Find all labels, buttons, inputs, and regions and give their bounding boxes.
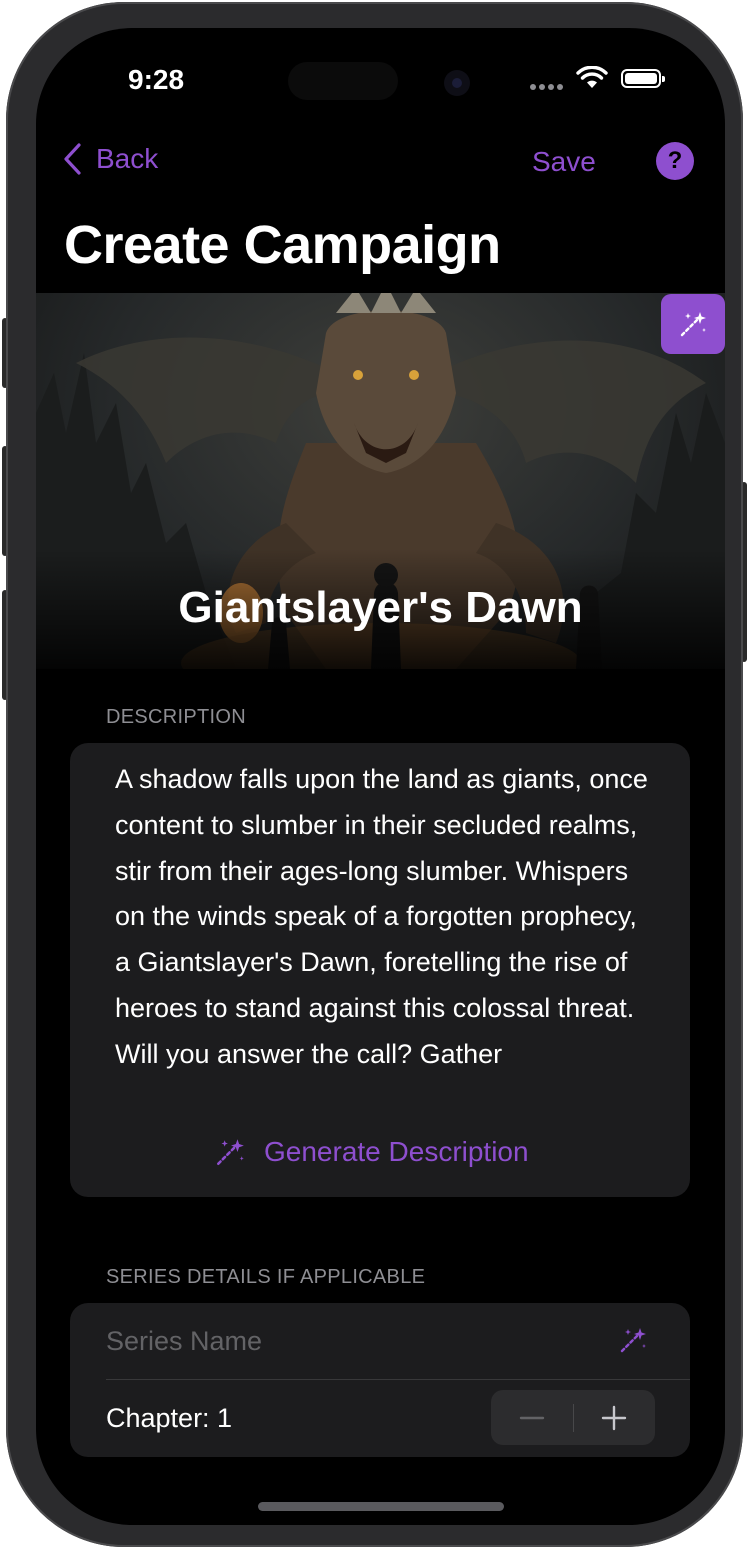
question-mark-icon: ? <box>667 147 683 174</box>
generate-image-button[interactable] <box>661 294 725 354</box>
generate-description-label: Generate Description <box>264 1136 529 1167</box>
description-card: A shadow falls upon the land as giants, … <box>70 743 690 1197</box>
dynamic-island <box>288 62 398 100</box>
row-divider <box>106 1379 690 1380</box>
minus-icon <box>519 1416 545 1419</box>
help-button[interactable]: ? <box>656 142 694 180</box>
chapter-increment-button[interactable] <box>573 1390 655 1445</box>
wifi-icon <box>576 66 608 88</box>
series-name-input[interactable] <box>106 1321 586 1361</box>
battery-icon <box>621 69 665 88</box>
series-card: Chapter: 1 <box>70 1303 690 1457</box>
campaign-cover-image[interactable]: Giantslayer's Dawn <box>36 293 725 669</box>
home-indicator[interactable] <box>258 1502 504 1511</box>
generate-description-button[interactable]: Generate Description <box>214 1136 529 1168</box>
device-frame: 9:28 Back Save ? Create Campaign Giantsl… <box>6 2 743 1547</box>
plus-icon <box>601 1405 627 1430</box>
back-button[interactable]: Back <box>62 142 158 176</box>
status-time: 9:28 <box>128 64 185 95</box>
description-section-header: DESCRIPTION <box>106 706 246 728</box>
chapter-decrement-button[interactable] <box>491 1390 573 1445</box>
page-title: Create Campaign <box>64 215 501 275</box>
camera-icon <box>444 70 470 96</box>
magic-wand-icon[interactable] <box>618 1325 648 1355</box>
screen: 9:28 Back Save ? Create Campaign Giantsl… <box>36 28 725 1525</box>
save-button[interactable]: Save <box>532 146 596 178</box>
description-text[interactable]: A shadow falls upon the land as giants, … <box>115 757 655 1123</box>
back-label: Back <box>96 143 159 174</box>
magic-wand-icon <box>216 1139 244 1166</box>
cellular-signal-icon <box>530 84 563 90</box>
chapter-stepper[interactable] <box>491 1390 655 1445</box>
series-section-header: SERIES DETAILS IF APPLICABLE <box>106 1266 426 1288</box>
iphone-device: 9:28 Back Save ? Create Campaign Giantsl… <box>0 0 749 1549</box>
chapter-label: Chapter: 1 <box>106 1403 233 1433</box>
chevron-left-icon <box>64 143 81 175</box>
magic-wand-icon <box>680 312 706 337</box>
campaign-title: Giantslayer's Dawn <box>178 583 583 632</box>
